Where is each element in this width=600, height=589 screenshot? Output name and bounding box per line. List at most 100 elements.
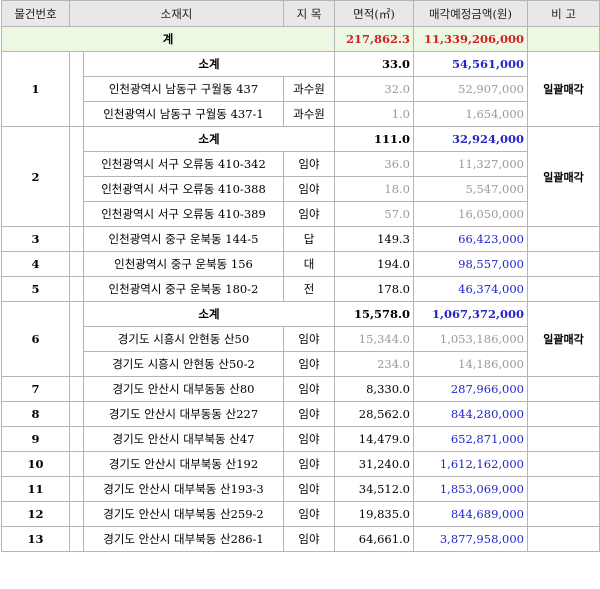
lot-number: 7 bbox=[1, 376, 70, 402]
lot-price: 652,871,000 bbox=[413, 426, 528, 452]
parcel-row: 인천광역시 서구 오류동 410-389 임야 57.0 16,050,000 bbox=[2, 201, 600, 227]
parcel-row: 인천광역시 서구 오류동 410-342 임야 36.0 11,327,000 bbox=[2, 151, 600, 177]
parcel-price: 1,053,186,000 bbox=[413, 326, 528, 352]
lot-number: 8 bbox=[1, 401, 70, 427]
subtotal-row: 1 소계 33.0 54,561,000 일괄매각 bbox=[1, 51, 600, 127]
lot-category: 임야 bbox=[283, 401, 335, 427]
lot-number: 12 bbox=[1, 501, 70, 527]
grand-total-area: 217,862.3 bbox=[334, 26, 414, 52]
lot-location: 인천광역시 중구 운북동 180-2 bbox=[83, 276, 284, 302]
lot-category: 임야 bbox=[283, 426, 335, 452]
lot-category: 대 bbox=[283, 251, 335, 277]
subtotal-row: 2 소계 111.0 32,924,000 일괄매각 bbox=[1, 126, 600, 227]
parcel-price: 5,547,000 bbox=[413, 176, 528, 202]
parcel-row: 인천광역시 남동구 구월동 437 과수원 32.0 52,907,000 bbox=[2, 76, 600, 102]
grand-total-row: 계 217,862.3 11,339,206,000 bbox=[1, 26, 600, 52]
lot-remark bbox=[527, 251, 600, 277]
lot-area: 28,562.0 bbox=[334, 401, 414, 427]
lot-remark bbox=[527, 476, 600, 502]
indent-cell bbox=[69, 426, 84, 452]
lot-remark bbox=[527, 426, 600, 452]
subtotal-price: 54,561,000 bbox=[413, 51, 528, 77]
lot-number: 9 bbox=[1, 426, 70, 452]
lot-price: 1,612,162,000 bbox=[413, 451, 528, 477]
subtotal-row: 6 소계 15,578.0 1,067,372,000 일괄매각 bbox=[1, 301, 600, 377]
parcel-category: 임야 bbox=[283, 176, 335, 202]
subtotal-price: 32,924,000 bbox=[413, 126, 528, 152]
lot-number: 6 bbox=[1, 301, 70, 377]
header-area: 면적(㎡) bbox=[334, 0, 414, 27]
indent-cell bbox=[69, 501, 84, 527]
header-row: 물건번호 소재지 지 목 면적(㎡) 매각예정금액(원) 비 고 bbox=[1, 0, 600, 27]
lot-category: 임야 bbox=[283, 451, 335, 477]
parcel-row: 인천광역시 남동구 구월동 437-1 과수원 1.0 1,654,000 bbox=[2, 101, 600, 127]
grand-total-label: 계 bbox=[1, 26, 335, 52]
lot-area: 19,835.0 bbox=[334, 501, 414, 527]
parcel-location: 인천광역시 남동구 구월동 437-1 bbox=[83, 101, 284, 127]
header-remarks: 비 고 bbox=[527, 0, 600, 27]
lot-number: 4 bbox=[1, 251, 70, 277]
lot-remark bbox=[527, 501, 600, 527]
lot-price: 844,280,000 bbox=[413, 401, 528, 427]
header-price: 매각예정금액(원) bbox=[413, 0, 528, 27]
lot-row: 7 경기도 안산시 대부동동 산80 임야 8,330.0 287,966,00… bbox=[1, 376, 600, 402]
lot-area: 194.0 bbox=[334, 251, 414, 277]
lot-number: 5 bbox=[1, 276, 70, 302]
header-category: 지 목 bbox=[283, 0, 335, 27]
subtotal-price: 1,067,372,000 bbox=[413, 301, 528, 327]
lot-area: 31,240.0 bbox=[334, 451, 414, 477]
lot-row: 5 인천광역시 중구 운북동 180-2 전 178.0 46,374,000 bbox=[1, 276, 600, 302]
parcel-price: 1,654,000 bbox=[413, 101, 528, 127]
indent-cell bbox=[69, 126, 84, 227]
header-location: 소재지 bbox=[69, 0, 284, 27]
lot-remark bbox=[527, 226, 600, 252]
indent-cell bbox=[69, 301, 84, 377]
lot-remark bbox=[527, 401, 600, 427]
lot-row: 9 경기도 안산시 대부북동 산47 임야 14,479.0 652,871,0… bbox=[1, 426, 600, 452]
subtotal-area: 111.0 bbox=[334, 126, 414, 152]
lot-number: 11 bbox=[1, 476, 70, 502]
indent-cell bbox=[69, 401, 84, 427]
parcel-area: 32.0 bbox=[334, 76, 414, 102]
lot-remark bbox=[527, 526, 600, 552]
indent-cell bbox=[69, 276, 84, 302]
lot-row: 13 경기도 안산시 대부북동 산286-1 임야 64,661.0 3,877… bbox=[1, 526, 600, 552]
remark-bulk-sale: 일괄매각 bbox=[527, 301, 600, 377]
indent-cell bbox=[69, 251, 84, 277]
lot-area: 64,661.0 bbox=[334, 526, 414, 552]
parcel-area: 36.0 bbox=[334, 151, 414, 177]
parcel-location: 경기도 시흥시 안현동 산50 bbox=[83, 326, 284, 352]
parcel-category: 임야 bbox=[283, 351, 335, 377]
parcel-location: 인천광역시 남동구 구월동 437 bbox=[83, 76, 284, 102]
parcel-price: 14,186,000 bbox=[413, 351, 528, 377]
lot-row: 4 인천광역시 중구 운북동 156 대 194.0 98,557,000 bbox=[1, 251, 600, 277]
lot-number: 3 bbox=[1, 226, 70, 252]
property-sale-table: 물건번호 소재지 지 목 면적(㎡) 매각예정금액(원) 비 고 계 217,8… bbox=[1, 0, 600, 552]
parcel-row: 인천광역시 서구 오류동 410-388 임야 18.0 5,547,000 bbox=[2, 176, 600, 202]
parcel-area: 18.0 bbox=[334, 176, 414, 202]
parcel-category: 과수원 bbox=[283, 76, 335, 102]
lot-location: 인천광역시 중구 운북동 144-5 bbox=[83, 226, 284, 252]
subtotal-label: 소계 bbox=[83, 51, 335, 77]
lot-area: 34,512.0 bbox=[334, 476, 414, 502]
lot-category: 임야 bbox=[283, 526, 335, 552]
parcel-category: 임야 bbox=[283, 201, 335, 227]
lot-row: 10 경기도 안산시 대부북동 산192 임야 31,240.0 1,612,1… bbox=[1, 451, 600, 477]
parcel-location: 인천광역시 서구 오류동 410-388 bbox=[83, 176, 284, 202]
lot-number: 1 bbox=[1, 51, 70, 127]
lot-price: 287,966,000 bbox=[413, 376, 528, 402]
lot-location: 경기도 안산시 대부동동 산227 bbox=[83, 401, 284, 427]
indent-cell bbox=[69, 376, 84, 402]
parcel-area: 15,344.0 bbox=[334, 326, 414, 352]
lot-price: 98,557,000 bbox=[413, 251, 528, 277]
lot-price: 66,423,000 bbox=[413, 226, 528, 252]
subtotal-area: 33.0 bbox=[334, 51, 414, 77]
parcel-row: 경기도 시흥시 안현동 산50 임야 15,344.0 1,053,186,00… bbox=[2, 326, 600, 352]
lot-remark bbox=[527, 451, 600, 477]
parcel-location: 인천광역시 서구 오류동 410-342 bbox=[83, 151, 284, 177]
parcel-area: 234.0 bbox=[334, 351, 414, 377]
parcel-location: 인천광역시 서구 오류동 410-389 bbox=[83, 201, 284, 227]
lot-row: 11 경기도 안산시 대부북동 산193-3 임야 34,512.0 1,853… bbox=[1, 476, 600, 502]
lot-area: 8,330.0 bbox=[334, 376, 414, 402]
lot-location: 경기도 안산시 대부북동 산193-3 bbox=[83, 476, 284, 502]
